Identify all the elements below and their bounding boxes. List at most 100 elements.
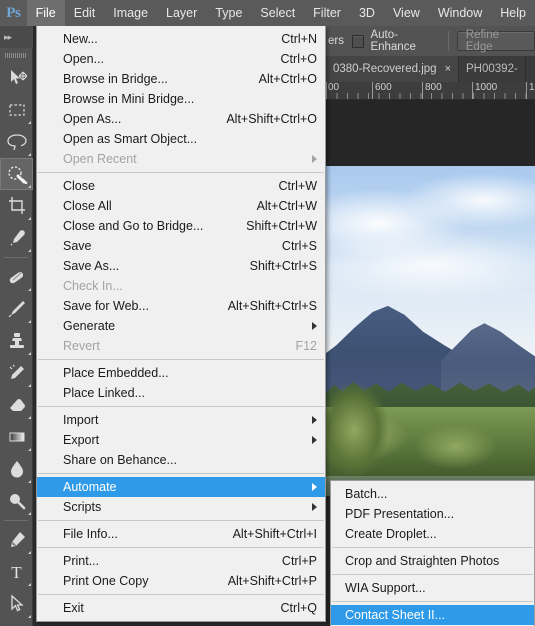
- brush-tool[interactable]: [0, 293, 33, 325]
- menu-image[interactable]: Image: [104, 0, 157, 26]
- file-menu-item-print[interactable]: Print... Ctrl+P: [37, 551, 325, 571]
- file-menu-item-open-as-smart-object[interactable]: Open as Smart Object...: [37, 129, 325, 149]
- menu-item-shortcut: Shift+Ctrl+W: [246, 219, 317, 233]
- file-menu-item-file-info[interactable]: File Info... Alt+Shift+Ctrl+I: [37, 524, 325, 544]
- document-tab-active[interactable]: 0380-Recovered.jpg ×: [326, 56, 460, 82]
- document-photo[interactable]: [326, 166, 535, 496]
- menu-help[interactable]: Help: [491, 0, 535, 26]
- file-menu-item-new[interactable]: New... Ctrl+N: [37, 29, 325, 49]
- file-menu-item-browse-in-bridge[interactable]: Browse in Bridge... Alt+Ctrl+O: [37, 69, 325, 89]
- menu-item-shortcut: Ctrl+W: [278, 179, 317, 193]
- file-menu-item-automate[interactable]: Automate: [37, 477, 325, 497]
- menu-item-label: Import: [63, 413, 99, 427]
- menu-type[interactable]: Type: [206, 0, 251, 26]
- photo-bush: [326, 377, 393, 483]
- blur-tool[interactable]: [0, 453, 33, 485]
- menu-window[interactable]: Window: [429, 0, 491, 26]
- file-menu-item-share-on-behance[interactable]: Share on Behance...: [37, 450, 325, 470]
- menu-view[interactable]: View: [384, 0, 429, 26]
- ruler-label: 1: [529, 82, 535, 93]
- clone-stamp-tool[interactable]: [0, 325, 33, 357]
- path-selection-tool[interactable]: [0, 588, 33, 620]
- file-menu-item-open[interactable]: Open... Ctrl+O: [37, 49, 325, 69]
- menu-file[interactable]: File: [26, 0, 65, 26]
- gradient-tool[interactable]: [0, 421, 33, 453]
- menu-separator: [38, 520, 324, 521]
- automate-item-crop-and-straighten-photos[interactable]: Crop and Straighten Photos: [331, 551, 534, 571]
- menu-item-shortcut: Ctrl+N: [281, 32, 317, 46]
- file-menu-item-import[interactable]: Import: [37, 410, 325, 430]
- menu-3d[interactable]: 3D: [350, 0, 384, 26]
- file-menu-item-place-linked[interactable]: Place Linked...: [37, 383, 325, 403]
- menu-item-shortcut: Alt+Ctrl+O: [258, 72, 317, 86]
- history-brush-tool[interactable]: [0, 357, 33, 389]
- menu-item-shortcut: Ctrl+Q: [280, 601, 317, 615]
- menu-item-label: Print One Copy: [63, 574, 149, 588]
- auto-enhance-checkbox[interactable]: [351, 34, 365, 48]
- lasso-tool[interactable]: [0, 126, 33, 158]
- file-menu-item-generate[interactable]: Generate: [37, 316, 325, 336]
- close-icon[interactable]: ×: [445, 63, 451, 75]
- automate-item-create-droplet[interactable]: Create Droplet...: [331, 524, 534, 544]
- menu-edit[interactable]: Edit: [65, 0, 105, 26]
- rectangle-shape-tool[interactable]: [0, 620, 33, 626]
- menu-item-label: Save As...: [63, 259, 120, 273]
- menu-item-label: Close: [63, 179, 95, 193]
- file-menu-item-open-as[interactable]: Open As... Alt+Shift+Ctrl+O: [37, 109, 325, 129]
- file-menu-item-browse-in-mini-bridge[interactable]: Browse in Mini Bridge...: [37, 89, 325, 109]
- menu-item-label: File Info...: [63, 527, 118, 541]
- file-menu-item-close[interactable]: Close Ctrl+W: [37, 176, 325, 196]
- file-menu-item-close-and-go-to-bridge[interactable]: Close and Go to Bridge... Shift+Ctrl+W: [37, 216, 325, 236]
- document-tab-title: 0380-Recovered.jpg: [333, 63, 437, 75]
- rectangular-marquee-tool[interactable]: [0, 94, 33, 126]
- menu-item-label: Close All: [63, 199, 112, 213]
- menu-item-shortcut: Shift+Ctrl+S: [249, 259, 317, 273]
- eyedropper-tool[interactable]: [0, 222, 33, 254]
- automate-item-pdf-presentation[interactable]: PDF Presentation...: [331, 504, 534, 524]
- refine-edge-button[interactable]: Refine Edge: [456, 29, 535, 53]
- menu-item-label: Browse in Mini Bridge...: [63, 92, 195, 106]
- file-menu-item-scripts[interactable]: Scripts: [37, 497, 325, 517]
- file-menu-item-close-all[interactable]: Close All Alt+Ctrl+W: [37, 196, 325, 216]
- menu-filter[interactable]: Filter: [304, 0, 350, 26]
- dodge-tool[interactable]: [0, 485, 33, 517]
- menu-layer[interactable]: Layer: [157, 0, 206, 26]
- file-menu-item-save[interactable]: Save Ctrl+S: [37, 236, 325, 256]
- photoshop-logo: Ps: [6, 4, 21, 21]
- menu-item-label: Open as Smart Object...: [63, 132, 198, 146]
- file-menu-item-save-as[interactable]: Save As... Shift+Ctrl+S: [37, 256, 325, 276]
- type-tool[interactable]: T: [0, 556, 33, 588]
- menu-item-label: Open As...: [63, 112, 122, 126]
- menu-item-label: Open Recent: [63, 152, 137, 166]
- tools-panel-grip[interactable]: [0, 48, 32, 62]
- menu-separator: [332, 601, 533, 602]
- menu-item-shortcut: Alt+Ctrl+W: [256, 199, 317, 213]
- file-menu-item-export[interactable]: Export: [37, 430, 325, 450]
- file-menu-item-place-embedded[interactable]: Place Embedded...: [37, 363, 325, 383]
- move-tool[interactable]: [0, 62, 33, 94]
- file-menu-item-print-one-copy[interactable]: Print One Copy Alt+Shift+Ctrl+P: [37, 571, 325, 591]
- automate-item-contact-sheet-ii[interactable]: Contact Sheet II...: [331, 605, 534, 625]
- menu-item-label: New...: [63, 32, 98, 46]
- horizontal-ruler: 00 600 800 1000 1: [326, 82, 535, 100]
- file-menu-item-check-in: Check In...: [37, 276, 325, 296]
- menu-select[interactable]: Select: [251, 0, 304, 26]
- spot-healing-brush-tool[interactable]: [0, 261, 33, 293]
- file-menu-item-revert: Revert F12: [37, 336, 325, 356]
- menu-item-label: PDF Presentation...: [345, 507, 455, 521]
- crop-tool[interactable]: [0, 190, 33, 222]
- eraser-tool[interactable]: [0, 389, 33, 421]
- menu-item-shortcut: Ctrl+O: [280, 52, 317, 66]
- quick-selection-tool[interactable]: [0, 158, 33, 190]
- document-tab-inactive[interactable]: PH00392-: [459, 56, 526, 82]
- menu-item-shortcut: Ctrl+S: [281, 239, 317, 253]
- pen-tool[interactable]: [0, 524, 33, 556]
- menu-item-shortcut: Alt+Shift+Ctrl+I: [232, 527, 317, 541]
- auto-enhance-label: Auto-Enhance: [370, 29, 416, 53]
- file-menu-item-exit[interactable]: Exit Ctrl+Q: [37, 598, 325, 618]
- file-menu-item-save-for-web[interactable]: Save for Web... Alt+Shift+Ctrl+S: [37, 296, 325, 316]
- automate-item-wia-support[interactable]: WIA Support...: [331, 578, 534, 598]
- automate-item-batch[interactable]: Batch...: [331, 484, 534, 504]
- collapse-arrows-icon[interactable]: ▸▸: [4, 32, 12, 43]
- tools-panel-header[interactable]: ▸▸: [0, 26, 33, 48]
